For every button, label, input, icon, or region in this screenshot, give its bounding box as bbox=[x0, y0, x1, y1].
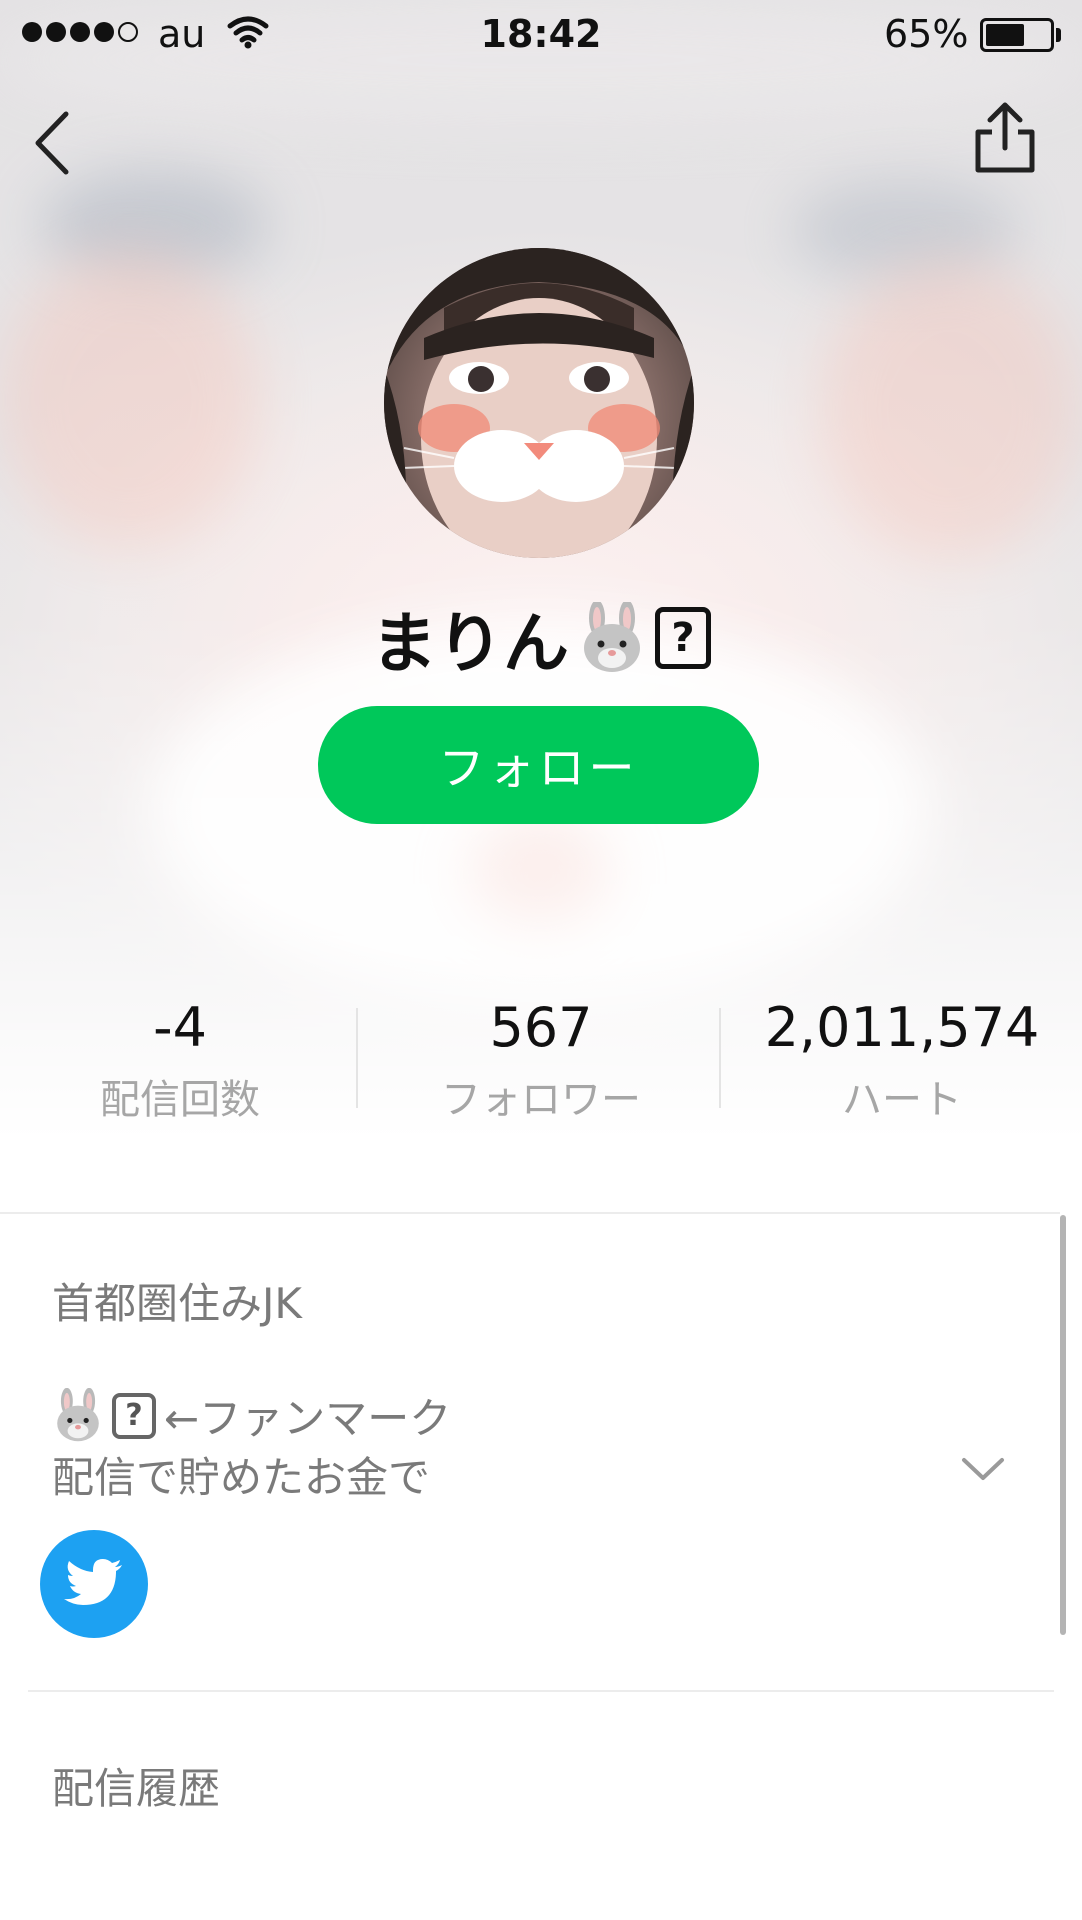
bio-line: 配信で貯めたお金で bbox=[52, 1453, 431, 1502]
section-divider bbox=[28, 1690, 1054, 1692]
twitter-icon bbox=[64, 1559, 122, 1605]
profile-name-text: まりん bbox=[371, 605, 569, 682]
back-button[interactable] bbox=[28, 108, 78, 178]
rabbit-face-icon bbox=[57, 1387, 99, 1441]
stat-value: 2,011,574 bbox=[764, 996, 1040, 1059]
stat-hearts: 2,011,574 ハート bbox=[722, 996, 1082, 1125]
stat-divider bbox=[719, 1008, 721, 1108]
expand-bio-button[interactable] bbox=[958, 1450, 1008, 1490]
status-bar: au 18:42 65% bbox=[0, 0, 1082, 70]
rabbit-face-icon bbox=[584, 602, 640, 672]
unknown-character-glyph: ? bbox=[655, 607, 711, 669]
stat-label: フォロワー bbox=[441, 1077, 641, 1123]
section-divider bbox=[0, 1212, 1060, 1214]
bio-line: ←ファンマーク bbox=[164, 1394, 452, 1443]
stat-followers[interactable]: 567 フォロワー bbox=[361, 996, 721, 1125]
battery-percent: 65% bbox=[884, 12, 969, 56]
stat-label: ハート bbox=[842, 1077, 962, 1123]
battery-icon bbox=[980, 18, 1054, 52]
bio-fan-mark-line: ? ←ファンマーク bbox=[52, 1385, 451, 1446]
follow-button-label: フォロー bbox=[438, 741, 639, 795]
avatar bbox=[384, 248, 694, 558]
unknown-character-glyph: ? bbox=[112, 1392, 156, 1439]
stat-value: 567 bbox=[489, 996, 593, 1059]
stat-label: 配信回数 bbox=[100, 1077, 260, 1123]
broadcast-history-title: 配信履歴 bbox=[52, 1764, 221, 1813]
stat-broadcast-count[interactable]: -4 配信回数 bbox=[0, 996, 360, 1125]
share-icon bbox=[975, 102, 1035, 173]
scrollbar[interactable] bbox=[1060, 1215, 1066, 1635]
profile-hero-background bbox=[0, 0, 1082, 1140]
bio-line: 首都圏住みJK bbox=[52, 1279, 302, 1328]
twitter-link-button[interactable] bbox=[40, 1530, 148, 1638]
profile-name: まりん ? bbox=[0, 590, 1082, 686]
follow-button[interactable]: フォロー bbox=[318, 706, 759, 824]
chevron-left-icon bbox=[35, 111, 69, 175]
chevron-down-icon bbox=[962, 1458, 1004, 1480]
share-button[interactable] bbox=[970, 100, 1040, 176]
stat-divider bbox=[356, 1008, 358, 1108]
stat-value: -4 bbox=[153, 996, 207, 1059]
